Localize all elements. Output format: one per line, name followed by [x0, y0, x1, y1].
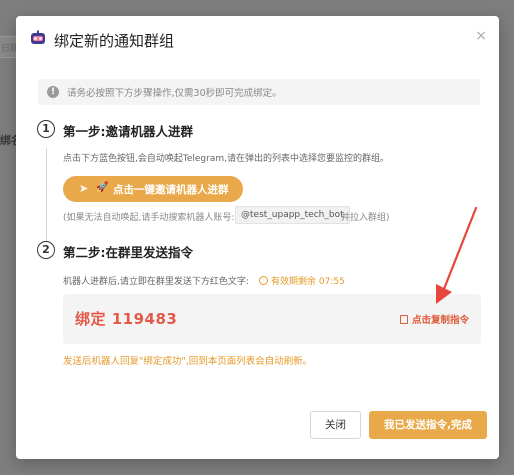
robot-icon [31, 30, 45, 44]
step2-number: 2 [37, 241, 55, 259]
clock-icon [259, 276, 268, 285]
invite-bot-button[interactable]: ➤ 🚀 点击一键邀请机器人进群 [63, 176, 243, 202]
bind-command: 绑定 119483 [75, 310, 178, 328]
expiry-timer-label: 有效期剩余 07:55 [271, 277, 345, 287]
invite-bot-button-label: 点击一键邀请机器人进群 [113, 184, 229, 196]
close-icon[interactable]: × [475, 29, 487, 43]
copy-command-label: 点击复制指令 [411, 315, 469, 326]
step1-number: 1 [37, 120, 55, 138]
copy-icon [399, 315, 408, 324]
manual-hint-prefix: (如果无法自动唤起,请手动搜索机器人账号: [63, 213, 235, 223]
copy-command-button[interactable]: 点击复制指令 [399, 312, 469, 326]
step1-title: 第一步:邀请机器人进群 [63, 124, 193, 139]
manual-hint-suffix: 并拉入群组) [341, 213, 390, 223]
expiry-timer: 有效期剩余 07:55 [259, 274, 345, 287]
step1-description: 点击下方蓝色按钮,会自动唤起Telegram,请在弹出的列表中选择您要监控的群组… [63, 154, 389, 164]
dialog-title: 绑定新的通知群组 [54, 32, 175, 50]
rocket-icon: 🚀 [96, 182, 109, 193]
info-banner: ! 请务必按照下方步骤操作,仅需30秒即可完成绑定。 [38, 79, 480, 105]
after-send-note: 发送后机器人回复"绑定成功",回到本页面列表会自动刷新。 [63, 356, 313, 367]
step2-title: 第二步:在群里发送指令 [63, 245, 193, 260]
info-text: 请务必按照下方步骤操作,仅需30秒即可完成绑定。 [67, 88, 282, 99]
step2-description: 机器人进群后,请立即在群里发送下方红色文字: [63, 277, 249, 287]
dialog-header: 绑定新的通知群组 × [16, 16, 499, 66]
done-button[interactable]: 我已发送指令,完成 [369, 411, 487, 439]
bind-group-dialog: 绑定新的通知群组 × ! 请务必按照下方步骤操作,仅需30秒即可完成绑定。 1 … [16, 16, 499, 459]
command-box: 绑定 119483 点击复制指令 [63, 294, 481, 344]
info-icon: ! [47, 86, 59, 98]
close-button[interactable]: 关闭 [310, 411, 361, 439]
send-icon: ➤ [79, 182, 89, 195]
bot-handle-tag[interactable]: @test_upapp_tech_bot [235, 206, 350, 224]
